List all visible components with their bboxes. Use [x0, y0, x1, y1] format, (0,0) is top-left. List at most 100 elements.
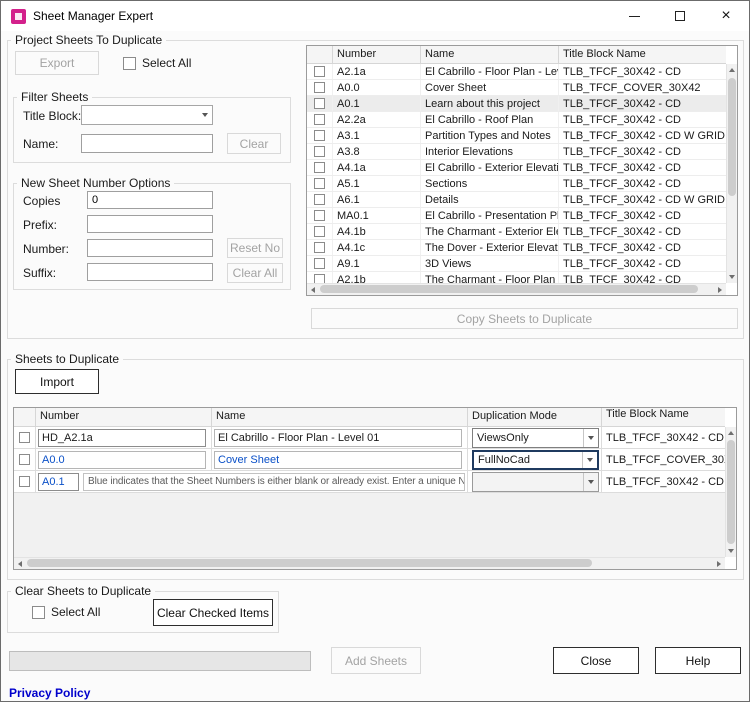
- scroll-right-icon[interactable]: [713, 558, 725, 569]
- duplication-mode-select[interactable]: ViewsOnly: [472, 427, 599, 448]
- scroll-down-icon[interactable]: [727, 271, 737, 283]
- suffix-input[interactable]: [87, 263, 213, 281]
- project-sheet-row[interactable]: A4.1aEl Cabrillo - Exterior Elevations TL…: [307, 160, 726, 176]
- row-checkbox[interactable]: [19, 432, 30, 443]
- copy-sheets-to-duplicate-button[interactable]: Copy Sheets to Duplicate: [311, 308, 738, 329]
- project-sheet-row[interactable]: A0.0 Cover Sheet TLB_TFCF_COVER_30X42: [307, 80, 726, 96]
- scroll-right-icon[interactable]: [714, 284, 726, 295]
- duplication-mode-cell: [468, 471, 602, 492]
- reset-number-button[interactable]: Reset No: [227, 238, 283, 258]
- export-button[interactable]: Export: [15, 51, 99, 75]
- row-checkbox[interactable]: [314, 82, 325, 93]
- scroll-up-icon[interactable]: [727, 64, 737, 76]
- close-dialog-button[interactable]: Close: [553, 647, 639, 674]
- row-checkbox[interactable]: [314, 130, 325, 141]
- help-button[interactable]: Help: [655, 647, 741, 674]
- row-checkbox[interactable]: [314, 258, 325, 269]
- duplicate-sheet-row[interactable]: HD_A2.1a El Cabrillo - Floor Plan - Leve…: [14, 427, 725, 449]
- sheet-name-cell: El Cabrillo - Floor Plan - Level 01: [212, 427, 468, 448]
- sheet-name: 3D Views: [421, 256, 559, 271]
- project-sheet-row[interactable]: A6.1 Details TLB_TFCF_30X42 - CD W GRID: [307, 192, 726, 208]
- duplication-mode-select[interactable]: FullNoCad: [472, 449, 599, 470]
- project-sheet-row[interactable]: A4.1bThe Charmant - Exterior Elevations T…: [307, 224, 726, 240]
- duplication-mode-select[interactable]: [472, 471, 599, 492]
- number-input[interactable]: [87, 239, 213, 257]
- row-checkbox[interactable]: [314, 66, 325, 77]
- sheet-name-input[interactable]: El Cabrillo - Floor Plan - Level 01: [214, 428, 462, 447]
- project-sheet-row[interactable]: A3.1 Partition Types and Notes TLB_TFCF_30…: [307, 128, 726, 144]
- row-checkbox[interactable]: [314, 114, 325, 125]
- filter-name-input[interactable]: [81, 134, 213, 153]
- project-sheet-row[interactable]: A0.1 Learn about this project TLB_TFCF_30X…: [307, 96, 726, 112]
- hscroll-thumb[interactable]: [320, 285, 698, 293]
- sheet-title-block: TLB_TFCF_30X42 - CD: [563, 209, 681, 222]
- duplicate-table-vscrollbar[interactable]: [725, 427, 736, 557]
- sheet-number-input[interactable]: A0.1: [38, 472, 80, 491]
- scroll-down-icon[interactable]: [726, 545, 736, 557]
- project-sheet-row[interactable]: A3.8 Interior Elevations TLB_TFCF_30X42 - …: [307, 144, 726, 160]
- sheet-title-block: TLB_TFCF_COVER_30X42: [563, 81, 701, 94]
- project-table-hscrollbar[interactable]: [307, 283, 726, 295]
- project-table-vscrollbar[interactable]: [726, 64, 737, 283]
- scroll-up-icon[interactable]: [726, 427, 736, 439]
- sheet-number-cell: A0.0: [36, 449, 212, 470]
- row-checkbox[interactable]: [314, 226, 325, 237]
- duplicate-sheet-row[interactable]: A0.0 Cover Sheet FullNoCad TLB_TFCF_COVE…: [14, 449, 725, 471]
- project-select-all-checkbox[interactable]: [123, 56, 136, 70]
- minimize-button[interactable]: [611, 1, 657, 31]
- import-button[interactable]: Import: [15, 369, 99, 394]
- scroll-left-icon[interactable]: [307, 284, 319, 295]
- row-checkbox-cell: [307, 128, 333, 143]
- row-checkbox[interactable]: [314, 162, 325, 173]
- filter-sheets-group: Filter Sheets Title Block: Name: Clear: [13, 90, 291, 163]
- project-sheet-row[interactable]: A5.1 Sections TLB_TFCF_30X42 - CD: [307, 176, 726, 192]
- project-sheet-row[interactable]: A2.1aEl Cabrillo - Floor Plan - Level 01…: [307, 64, 726, 80]
- sheet-number-input[interactable]: A0.0: [38, 450, 206, 469]
- project-sheet-row[interactable]: A4.1cThe Dover - Exterior Elevations TLB_…: [307, 240, 726, 256]
- row-checkbox[interactable]: [314, 210, 325, 221]
- duplicate-sheet-row[interactable]: A0.1 Blue indicates that the Sheet Numbe…: [14, 471, 725, 493]
- row-checkbox[interactable]: [314, 178, 325, 189]
- sheet-title-block: TLB_TFCF_30X42 - CD: [563, 225, 681, 238]
- title-block-select[interactable]: [81, 105, 213, 125]
- add-sheets-button[interactable]: Add Sheets: [331, 647, 421, 674]
- clear-checked-items-button[interactable]: Clear Checked Items: [153, 599, 273, 626]
- row-checkbox[interactable]: [314, 146, 325, 157]
- project-sheet-row[interactable]: A2.2a El Cabrillo - Roof Plan TLB_TFCF_30X…: [307, 112, 726, 128]
- copies-input[interactable]: [87, 191, 213, 209]
- filter-sheets-group-label: Filter Sheets: [17, 90, 93, 104]
- close-button[interactable]: ×: [703, 1, 749, 31]
- row-checkbox[interactable]: [314, 274, 325, 283]
- prefix-input[interactable]: [87, 215, 213, 233]
- maximize-button[interactable]: [657, 1, 703, 31]
- row-checkbox[interactable]: [19, 476, 30, 487]
- new-sheet-number-options-group: New Sheet Number Options Copies Prefix: …: [13, 176, 291, 290]
- clear-all-button[interactable]: Clear All: [227, 263, 283, 283]
- sheet-name-input[interactable]: Cover Sheet: [214, 450, 462, 469]
- row-checkbox[interactable]: [314, 242, 325, 253]
- row-checkbox[interactable]: [19, 454, 30, 465]
- hscroll-thumb[interactable]: [27, 559, 592, 567]
- row-checkbox-cell: [307, 144, 333, 159]
- clear-sheets-group-label: Clear Sheets to Duplicate: [11, 584, 156, 598]
- clear-select-all-checkbox[interactable]: [32, 605, 45, 619]
- project-sheet-row[interactable]: A2.1bThe Charmant - Floor Plan - Level 0…: [307, 272, 726, 283]
- sheet-number-input[interactable]: HD_A2.1a: [38, 428, 206, 447]
- scroll-left-icon[interactable]: [14, 558, 26, 569]
- project-select-all[interactable]: Select All: [123, 56, 191, 70]
- project-select-all-label: Select All: [142, 56, 192, 70]
- clear-select-all[interactable]: Select All: [32, 605, 100, 619]
- filter-clear-button[interactable]: Clear: [227, 133, 281, 154]
- window-controls: ×: [611, 1, 749, 31]
- privacy-policy-link[interactable]: Privacy Policy: [9, 686, 90, 700]
- project-sheet-row[interactable]: A9.1 3D Views TLB_TFCF_30X42 - CD: [307, 256, 726, 272]
- sheet-number: A3.1: [333, 128, 421, 143]
- vscroll-thumb[interactable]: [727, 440, 735, 544]
- duplicate-table-hscrollbar[interactable]: [14, 557, 725, 569]
- row-checkbox[interactable]: [314, 194, 325, 205]
- row-checkbox[interactable]: [314, 98, 325, 109]
- sheet-number: A6.1: [333, 192, 421, 207]
- sheet-name: Learn about this project: [421, 96, 559, 111]
- project-sheet-row[interactable]: MA0.1 El Cabrillo - Presentation Plan TLB_…: [307, 208, 726, 224]
- vscroll-thumb[interactable]: [728, 78, 736, 196]
